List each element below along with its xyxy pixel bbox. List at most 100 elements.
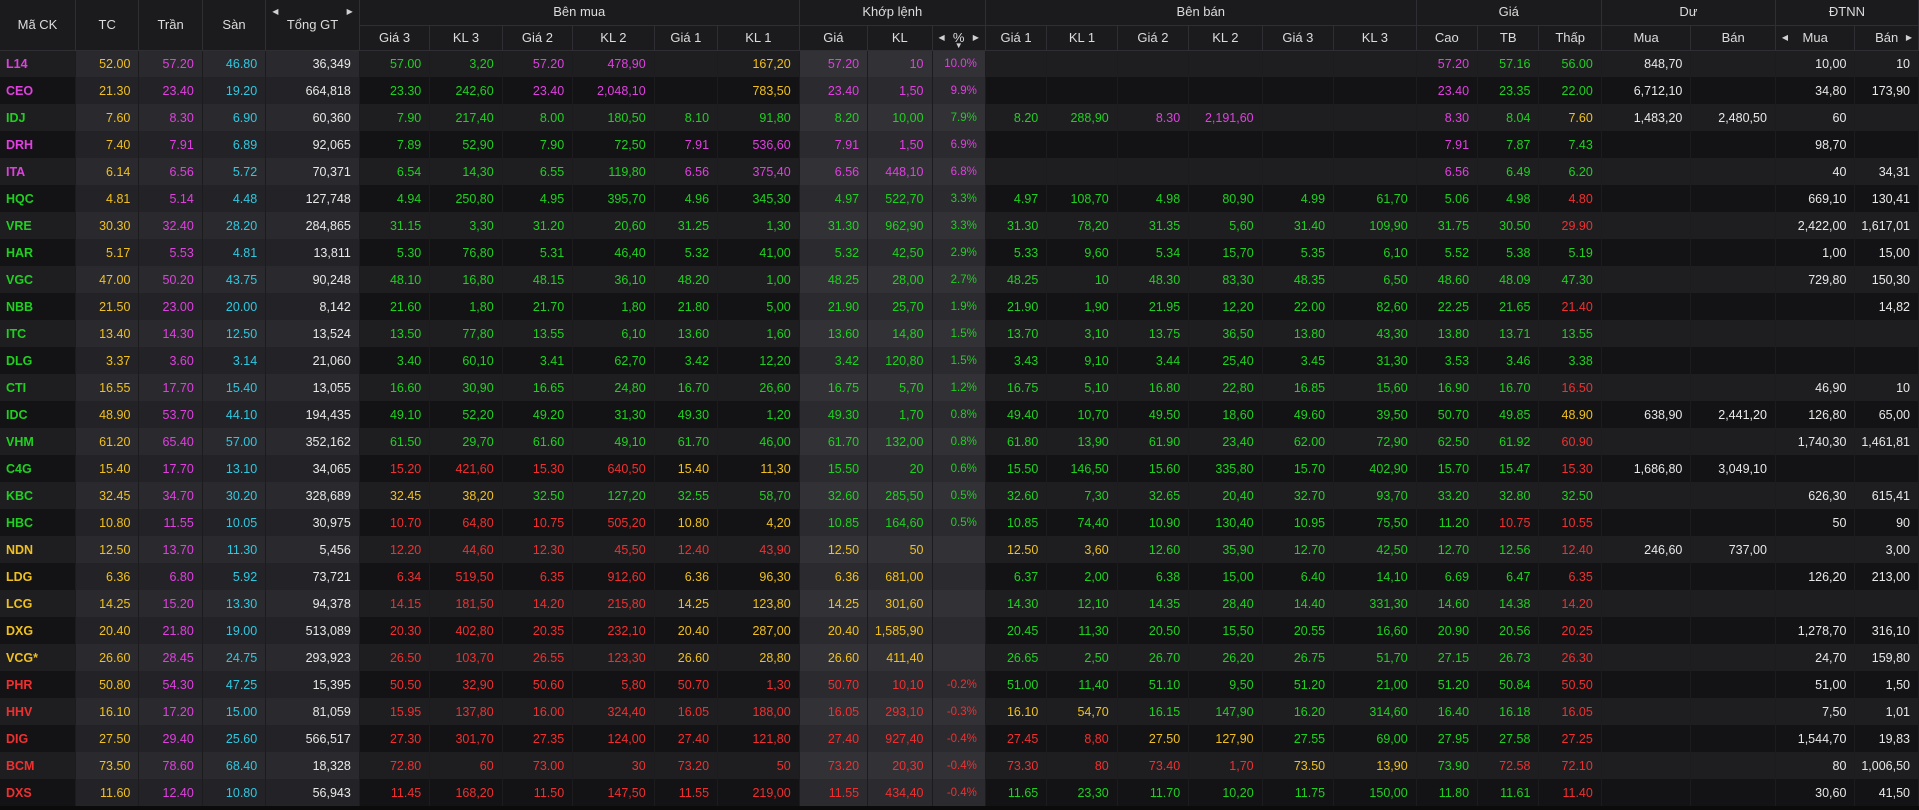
table-row[interactable]: VGC 47.00 50.20 43.75 90,248 48.10 16,80 48.15 3… <box>0 266 1919 293</box>
table-row[interactable]: ITC 13.40 14.30 12.50 13,524 13.50 77,80 13.55 6… <box>0 320 1919 347</box>
col-ask-kl2[interactable]: KL 2 <box>1188 25 1263 51</box>
table-row[interactable]: L14 52.00 57.20 46.80 36,349 57.00 3,20 57.20 47… <box>0 50 1919 77</box>
table-row[interactable]: HBC 10.80 11.55 10.05 30,975 10.70 64,80 10.75 5… <box>0 509 1919 536</box>
col-high[interactable]: Cao <box>1416 25 1479 51</box>
table-row[interactable]: CEO 21.30 23.40 19.20 664,818 23.30 242,60 23.4… <box>0 77 1919 104</box>
col-ask-gia2[interactable]: Giá 2 <box>1117 25 1190 51</box>
symbol-cell[interactable]: CEO <box>0 77 76 104</box>
symbol-cell[interactable]: VHM <box>0 428 76 455</box>
table-row[interactable]: NDN 12.50 13.70 11.30 5,456 12.20 44,60 12.30 45… <box>0 536 1919 563</box>
sort-desc-icon[interactable]: ▼ <box>955 34 963 50</box>
symbol-cell[interactable]: DRH <box>0 131 76 158</box>
col-ref[interactable]: TC <box>75 0 140 51</box>
table-row[interactable]: DXS 11.60 12.40 10.80 56,943 11.45 168,20 11.50… <box>0 779 1919 806</box>
symbol-cell[interactable]: HAR <box>0 239 76 266</box>
symbol-cell[interactable]: C4G <box>0 455 76 482</box>
symbol-cell[interactable]: NBB <box>0 293 76 320</box>
symbol-cell[interactable]: DXS <box>0 779 76 806</box>
scroll-left-icon[interactable]: ◀ <box>272 0 278 24</box>
table-row[interactable]: DIG 27.50 29.40 25.60 566,517 27.30 301,70 27.3… <box>0 725 1919 752</box>
col-remain-sell[interactable]: Bán <box>1690 25 1776 51</box>
table-row[interactable]: VCG* 26.60 28.45 24.75 293,923 26.50 103,70 26.… <box>0 644 1919 671</box>
table-row[interactable]: DLG 3.37 3.60 3.14 21,060 3.40 60,10 3.41 62,70 3… <box>0 347 1919 374</box>
table-row[interactable]: VRE 30.30 32.40 28.20 284,865 31.15 3,30 31.20 2… <box>0 212 1919 239</box>
symbol-cell[interactable]: DXG <box>0 617 76 644</box>
match-price-cell: 13.60 <box>799 320 869 347</box>
table-row[interactable]: CTI 16.55 17.70 15.40 13,055 16.60 30,90 16.65 2… <box>0 374 1919 401</box>
foreign-left-icon[interactable]: ◀ <box>1782 26 1788 50</box>
table-row[interactable]: DRH 7.40 7.91 6.89 92,065 7.89 52,90 7.90 72,50 7… <box>0 131 1919 158</box>
col-ask-kl1[interactable]: KL 1 <box>1046 25 1118 51</box>
symbol-cell[interactable]: L14 <box>0 50 76 77</box>
table-row[interactable]: HQC 4.81 5.14 4.48 127,748 4.94 250,80 4.95 395,… <box>0 185 1919 212</box>
table-row[interactable]: ITA 6.14 6.56 5.72 70,371 6.54 14,30 6.55 119,80… <box>0 158 1919 185</box>
symbol-cell[interactable]: VRE <box>0 212 76 239</box>
col-bid-kl3[interactable]: KL 3 <box>429 25 503 51</box>
bid-price1-cell: 14.25 <box>654 590 719 617</box>
table-row[interactable]: PHR 50.80 54.30 47.25 15,395 50.50 32,90 50.60 5… <box>0 671 1919 698</box>
col-match-price[interactable]: Giá <box>799 25 869 51</box>
col-bid-gia1[interactable]: Giá 1 <box>654 25 719 51</box>
symbol-cell[interactable]: NDN <box>0 536 76 563</box>
ask-price3-cell: 16.85 <box>1262 374 1335 401</box>
symbol-cell[interactable]: DIG <box>0 725 76 752</box>
col-ceil[interactable]: Trần <box>138 0 203 51</box>
table-row[interactable]: NBB 21.50 23.00 20.00 8,142 21.60 1,80 21.70 1,8… <box>0 293 1919 320</box>
symbol-cell[interactable]: KBC <box>0 482 76 509</box>
bid-price2-cell: 3.41 <box>502 347 574 374</box>
symbol-cell[interactable]: HBC <box>0 509 76 536</box>
ask-vol1-cell: 12,10 <box>1046 590 1118 617</box>
symbol-cell[interactable]: ITA <box>0 158 76 185</box>
symbol-cell[interactable]: HHV <box>0 698 76 725</box>
col-match-pct[interactable]: ◀% ▶ ▼ <box>932 25 986 51</box>
symbol-cell[interactable]: VCG* <box>0 644 76 671</box>
match-pct-cell <box>932 617 986 644</box>
col-floor[interactable]: Sàn <box>202 0 267 51</box>
table-row[interactable]: DXG 20.40 21.80 19.00 513,089 20.30 402,80 20.3… <box>0 617 1919 644</box>
col-bid-kl2[interactable]: KL 2 <box>572 25 655 51</box>
table-row[interactable]: IDJ 7.60 8.30 6.90 60,360 7.90 217,40 8.00 180,5… <box>0 104 1919 131</box>
col-remain-buy[interactable]: Mua <box>1601 25 1692 51</box>
col-match-vol[interactable]: KL <box>867 25 933 51</box>
col-ask-kl3[interactable]: KL 3 <box>1333 25 1417 51</box>
table-row[interactable]: IDC 48.90 53.70 44.10 194,435 49.10 52,20 49.20… <box>0 401 1919 428</box>
col-bid-gia3[interactable]: Giá 3 <box>359 25 431 51</box>
toggle-left-icon[interactable]: ◀ <box>939 26 945 50</box>
col-bid-kl1[interactable]: KL 1 <box>717 25 800 51</box>
symbol-cell[interactable]: CTI <box>0 374 76 401</box>
bid-price1-cell: 12.40 <box>654 536 719 563</box>
col-symbol[interactable]: Mã CK <box>0 0 76 51</box>
symbol-cell[interactable]: DLG <box>0 347 76 374</box>
symbol-cell[interactable]: LDG <box>0 563 76 590</box>
table-row[interactable]: C4G 15.40 17.70 13.10 34,065 15.20 421,60 15.30… <box>0 455 1919 482</box>
col-ask-gia1[interactable]: Giá 1 <box>985 25 1048 51</box>
symbol-cell[interactable]: HQC <box>0 185 76 212</box>
col-total[interactable]: ◀ Tổng GT ▶ <box>265 0 360 51</box>
symbol-cell[interactable]: PHR <box>0 671 76 698</box>
symbol-cell[interactable]: IDC <box>0 401 76 428</box>
table-row[interactable]: LDG 6.36 6.80 5.92 73,721 6.34 519,50 6.35 912,6… <box>0 563 1919 590</box>
floor-cell: 5.72 <box>202 158 267 185</box>
col-avg[interactable]: TB <box>1477 25 1540 51</box>
table-row[interactable]: KBC 32.45 34.70 30.20 328,689 32.45 38,20 32.50… <box>0 482 1919 509</box>
symbol-cell[interactable]: BCM <box>0 752 76 779</box>
table-row[interactable]: BCM 73.50 78.60 68.40 18,328 72.80 60 73.00 30 73… <box>0 752 1919 779</box>
symbol-cell[interactable]: IDJ <box>0 104 76 131</box>
scroll-right-icon[interactable]: ▶ <box>347 0 353 24</box>
col-foreign-buy[interactable]: ◀ Mua <box>1775 25 1856 51</box>
table-row[interactable]: LCG 14.25 15.20 13.30 94,378 14.15 181,50 14.20… <box>0 590 1919 617</box>
ask-price3-cell: 48.35 <box>1262 266 1335 293</box>
toggle-right-icon[interactable]: ▶ <box>973 26 979 50</box>
table-row[interactable]: HHV 16.10 17.20 15.00 81,059 15.95 137,80 16.00… <box>0 698 1919 725</box>
symbol-cell[interactable]: ITC <box>0 320 76 347</box>
match-vol-cell: 28,00 <box>867 266 933 293</box>
col-low[interactable]: Thấp <box>1538 25 1602 51</box>
col-foreign-sell[interactable]: Bán ▶ <box>1854 25 1919 51</box>
foreign-right-icon[interactable]: ▶ <box>1906 26 1912 50</box>
table-row[interactable]: VHM 61.20 65.40 57.00 352,162 61.50 29,70 61.60… <box>0 428 1919 455</box>
col-ask-gia3[interactable]: Giá 3 <box>1262 25 1335 51</box>
symbol-cell[interactable]: LCG <box>0 590 76 617</box>
col-bid-gia2[interactable]: Giá 2 <box>502 25 574 51</box>
symbol-cell[interactable]: VGC <box>0 266 76 293</box>
table-row[interactable]: HAR 5.17 5.53 4.81 13,811 5.30 76,80 5.31 46,40 5… <box>0 239 1919 266</box>
